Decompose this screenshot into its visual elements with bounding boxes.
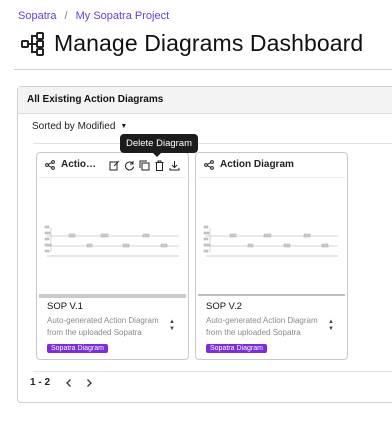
download-icon[interactable]: [169, 158, 180, 171]
sort-dropdown[interactable]: Sorted by Modified ▼: [32, 121, 127, 132]
chevron-right-icon[interactable]: [84, 378, 94, 388]
thumbnail-scrollbar[interactable]: [39, 294, 186, 298]
description-scroller[interactable]: ▲ ▼: [327, 319, 335, 333]
thumbnail-scrollbar[interactable]: [198, 294, 345, 296]
type-badge: Sopatra Diagram: [206, 344, 267, 353]
panel-heading: All Existing Action Diagrams: [18, 87, 392, 114]
copy-icon[interactable]: [139, 158, 150, 171]
caret-down-icon[interactable]: ▼: [328, 326, 334, 333]
diagram-icon: [45, 159, 55, 170]
page-header: Manage Diagrams Dashboard: [20, 30, 363, 57]
card-toolbar: [109, 158, 180, 171]
refresh-icon[interactable]: [124, 158, 135, 171]
page-title: Manage Diagrams Dashboard: [54, 30, 364, 56]
card-name: SOP V.2: [206, 301, 242, 312]
diagram-icon: [21, 31, 44, 56]
page-range: 1 - 2: [30, 377, 51, 388]
type-badge: Sopatra Diagram: [47, 344, 108, 353]
description-scroller[interactable]: ▲ ▼: [168, 319, 176, 333]
caret-down-icon: ▼: [120, 123, 128, 130]
diagram-thumbnail[interactable]: [198, 177, 345, 295]
breadcrumb-sopatra[interactable]: Sopatra: [18, 10, 57, 22]
header-divider: [14, 69, 392, 70]
diagram-icon: [204, 159, 214, 170]
delete-diagram-tooltip: Delete Diagram: [120, 134, 198, 157]
breadcrumb: Sopatra / My Sopatra Project: [18, 10, 169, 22]
caret-up-icon[interactable]: ▲: [169, 319, 175, 326]
pagination: 1 - 2: [30, 377, 94, 388]
diagram-card[interactable]: Action Diagram SOP V.2 Auto-generated Ac…: [195, 152, 348, 360]
card-title: Action Diagram: [220, 159, 294, 170]
card-title: Actio…: [61, 159, 96, 170]
card-description: Auto-generated Action Diagram from the u…: [206, 316, 318, 337]
breadcrumb-separator: /: [64, 10, 68, 22]
edit-icon[interactable]: [109, 158, 120, 171]
diagram-thumbnail[interactable]: [39, 177, 186, 295]
breadcrumb-project[interactable]: My Sopatra Project: [76, 10, 170, 22]
diagram-card[interactable]: Actio… SOP V.1 Auto-generated Action Dia…: [36, 152, 189, 360]
trash-icon[interactable]: [154, 158, 165, 171]
card-description: Auto-generated Action Diagram from the u…: [47, 316, 159, 337]
caret-down-icon[interactable]: ▼: [169, 326, 175, 333]
diagrams-panel: All Existing Action Diagrams Sorted by M…: [17, 86, 392, 403]
cards-grid: Actio… SOP V.1 Auto-generated Action Dia…: [33, 143, 392, 372]
caret-up-icon[interactable]: ▲: [328, 319, 334, 326]
sort-label: Sorted by Modified: [32, 121, 116, 132]
card-name: SOP V.1: [47, 301, 83, 312]
chevron-left-icon[interactable]: [64, 378, 74, 388]
